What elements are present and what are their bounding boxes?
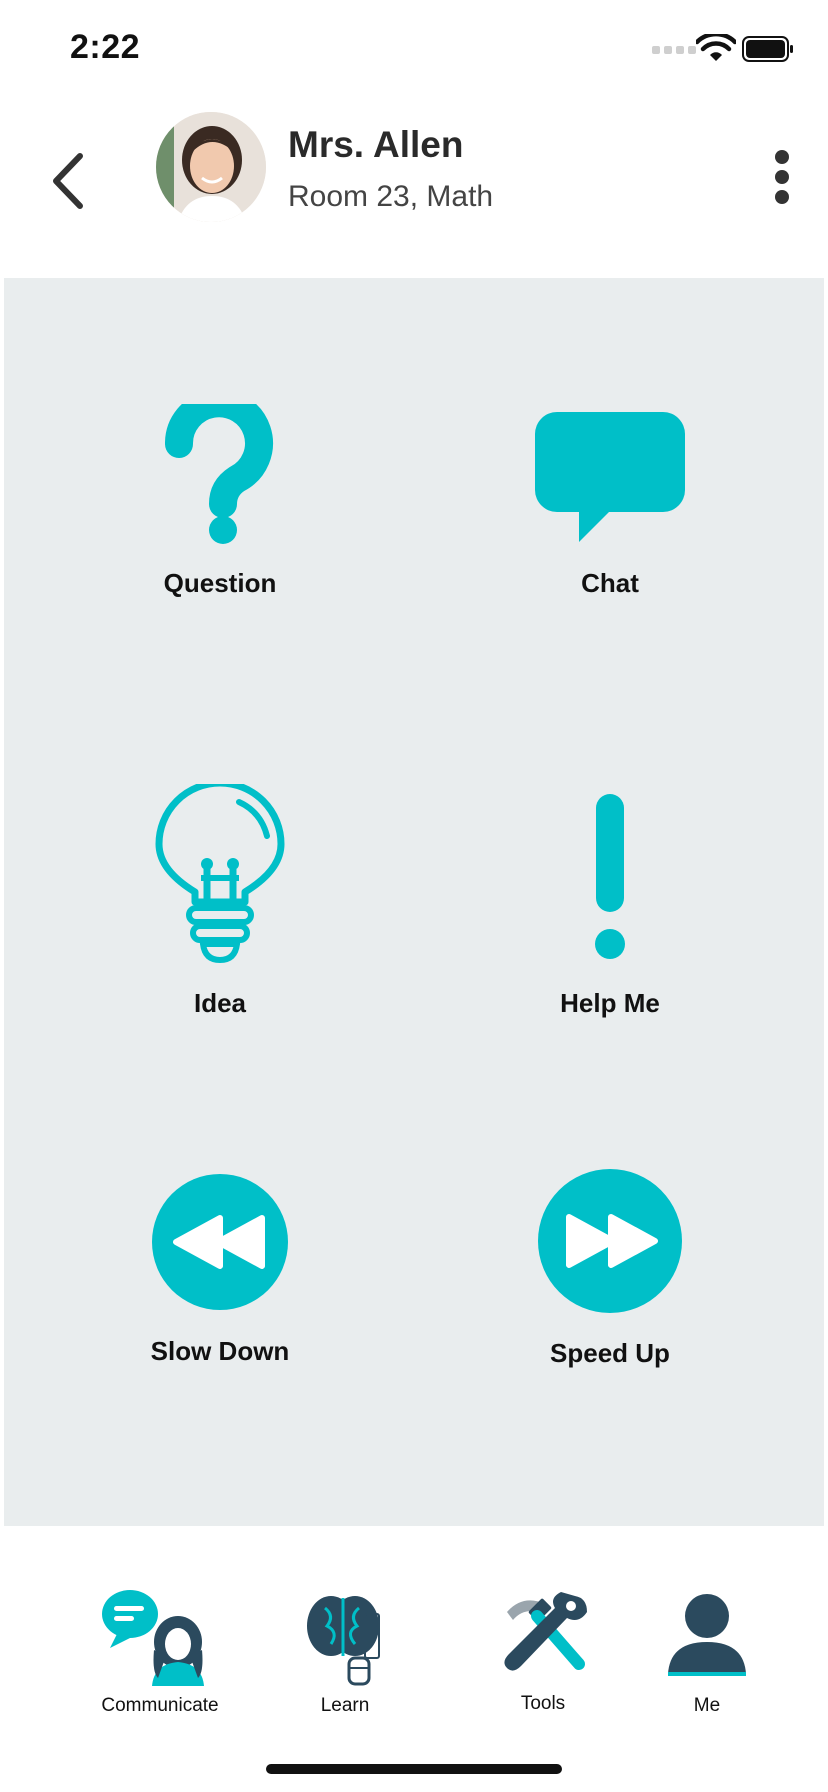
home-indicator[interactable] <box>266 1764 562 1774</box>
teacher-name: Mrs. Allen <box>288 124 464 165</box>
exclamation-icon <box>595 794 625 959</box>
question-button[interactable]: Question <box>70 404 370 599</box>
slow-down-button[interactable]: Slow Down <box>70 1172 370 1367</box>
tab-tools[interactable]: Tools <box>468 1586 618 1715</box>
more-options-icon[interactable] <box>760 144 804 208</box>
user-icon <box>668 1594 746 1676</box>
tab-communicate-label: Communicate <box>101 1695 219 1716</box>
question-label: Question <box>163 568 277 598</box>
action-panel: Question Chat Idea Help Me Slow Down Spe… <box>4 278 824 1526</box>
tools-icon <box>504 1592 587 1671</box>
teacher-room: Room 23, Math <box>288 180 494 213</box>
fast-forward-icon <box>538 1169 682 1313</box>
cellular-signal-icon <box>652 46 696 54</box>
tab-me[interactable]: Me <box>632 1586 782 1717</box>
teacher-header: Mrs. Allen Room 23, Math <box>0 100 828 278</box>
status-time: 2:22 <box>70 28 141 66</box>
help-me-label: Help Me <box>560 988 660 1018</box>
wifi-icon <box>696 34 736 61</box>
chat-button[interactable]: Chat <box>460 404 760 599</box>
slow-down-label: Slow Down <box>150 1336 290 1366</box>
speech-bubble-icon <box>535 412 685 542</box>
tab-communicate[interactable]: Communicate <box>85 1586 235 1717</box>
tab-learn-label: Learn <box>320 1695 370 1716</box>
brain-icon <box>307 1596 380 1686</box>
chat-label: Chat <box>581 568 639 598</box>
help-me-button[interactable]: Help Me <box>460 794 760 1019</box>
speed-up-button[interactable]: Speed Up <box>460 1168 760 1369</box>
teacher-avatar[interactable] <box>156 112 266 222</box>
status-bar: 2:22 <box>0 0 828 100</box>
speed-up-label: Speed Up <box>550 1338 670 1368</box>
tab-learn[interactable]: Learn <box>270 1586 420 1717</box>
communicate-icon <box>102 1590 204 1686</box>
tab-tools-label: Tools <box>520 1693 566 1714</box>
idea-label: Idea <box>193 988 247 1018</box>
back-chevron-icon[interactable] <box>46 148 92 214</box>
tab-bar: Communicate Learn Tools Me <box>0 1526 828 1792</box>
question-mark-icon <box>165 404 273 544</box>
rewind-icon <box>152 1174 288 1310</box>
lightbulb-icon <box>155 784 285 964</box>
teacher-photo-icon <box>156 112 266 222</box>
tab-me-label: Me <box>693 1695 721 1716</box>
battery-icon <box>742 36 793 62</box>
idea-button[interactable]: Idea <box>70 784 370 1019</box>
